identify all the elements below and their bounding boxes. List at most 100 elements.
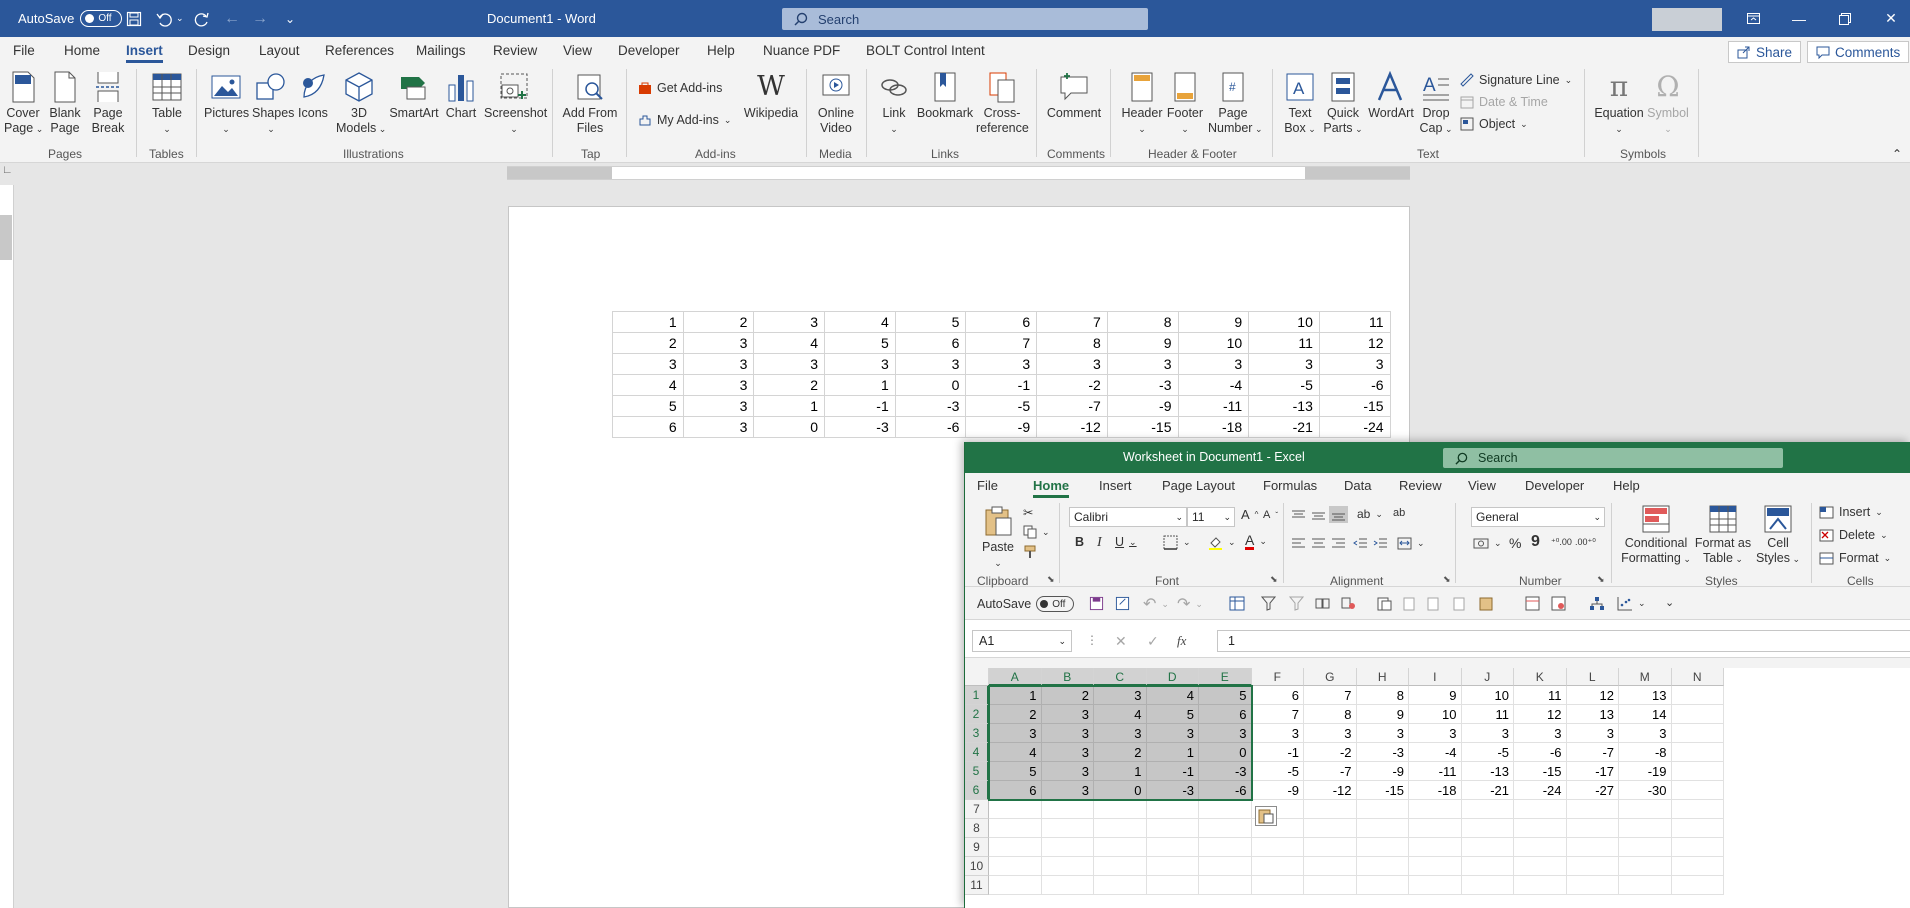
tab-insert[interactable]: Insert [126,43,163,63]
worksheet-cell[interactable] [1041,819,1094,838]
worksheet-cell[interactable]: 12 [1566,686,1619,705]
worksheet-cell[interactable]: -15 [1356,781,1409,800]
tab-review[interactable]: Review [493,43,537,58]
worksheet-cell[interactable] [1619,800,1672,819]
insert-sheet-icon[interactable] [1525,596,1540,611]
tab-mailings[interactable]: Mailings [416,43,466,58]
cross-reference-button[interactable]: Cross- reference [976,71,1029,136]
worksheet-cell[interactable]: 1 [989,686,1042,705]
worksheet-cell[interactable]: 3 [989,724,1042,743]
table-cell[interactable]: 3 [1318,353,1391,375]
table-cell[interactable]: 4 [612,374,684,396]
worksheet-cell[interactable] [989,800,1042,819]
worksheet-cell[interactable]: 3 [1199,724,1252,743]
column-header[interactable]: A [989,668,1042,686]
worksheet-cell[interactable] [1094,838,1147,857]
delete-cells-button[interactable]: Delete ⌄ [1819,528,1888,542]
ribbon-display-icon[interactable] [1730,0,1776,37]
worksheet-cell[interactable] [1409,857,1462,876]
table-cell[interactable]: -1 [824,395,896,417]
worksheet-cell[interactable]: 5 [1146,705,1199,724]
worksheet-cell[interactable]: -6 [1514,743,1567,762]
dialog-launcher-icon[interactable]: ⬊ [1443,574,1451,585]
table-cell[interactable]: -6 [894,416,967,438]
excel-tab-file[interactable]: File [977,478,998,493]
worksheet-cell[interactable] [1199,838,1252,857]
font-size-combo[interactable]: 11 ⌄ [1187,507,1235,527]
worksheet-cell[interactable]: 0 [1094,781,1147,800]
worksheet-cell[interactable] [1356,857,1409,876]
my-addins-button[interactable]: My Add-ins ⌄ [638,113,731,127]
worksheet-cell[interactable] [1671,724,1724,743]
worksheet-cell[interactable]: -13 [1461,762,1514,781]
table-cell[interactable]: 3 [682,374,755,396]
worksheet-cell[interactable] [1461,857,1514,876]
worksheet-cell[interactable]: -17 [1566,762,1619,781]
column-header[interactable]: D [1146,668,1199,686]
excel-tab-formulas[interactable]: Formulas [1263,478,1317,493]
redo-icon[interactable] [194,0,210,37]
table-cell[interactable]: -5 [965,395,1038,417]
table-cell[interactable]: -4 [1177,374,1250,396]
worksheet-cell[interactable] [1199,876,1252,895]
row-header[interactable]: 2 [965,705,989,724]
worksheet-cell[interactable]: -6 [1199,781,1252,800]
worksheet-cell[interactable]: 9 [1356,705,1409,724]
table-cell[interactable]: 6 [965,311,1038,333]
table-cell[interactable]: 11 [1248,332,1320,354]
forward-arrow-icon[interactable]: → [252,0,268,37]
worksheet-cell[interactable]: 3 [1619,724,1672,743]
worksheet-cell[interactable]: 0 [1199,743,1252,762]
column-header[interactable]: H [1356,668,1409,686]
worksheet-cell[interactable]: 3 [1041,781,1094,800]
tab-home[interactable]: Home [64,43,100,58]
wikipedia-button[interactable]: W Wikipedia [742,71,800,121]
worksheet-cell[interactable]: -1 [1251,743,1304,762]
worksheet-cell[interactable] [1041,857,1094,876]
tab-layout[interactable]: Layout [259,43,300,58]
account-avatar[interactable] [1652,8,1722,31]
table-cell[interactable]: 7 [1036,311,1108,333]
worksheet-cell[interactable] [1514,857,1567,876]
chart-button[interactable]: Chart [444,71,478,121]
worksheet-cell[interactable]: -2 [1304,743,1357,762]
table-cell[interactable]: -3 [894,395,967,417]
excel-tab-data[interactable]: Data [1344,478,1371,493]
format-as-table-button[interactable]: Format as Table ⌄ [1693,505,1753,567]
worksheet-cell[interactable] [1251,838,1304,857]
document-table[interactable]: 1 2 3 4 5 6 7 8 9 10 11 2 3 4 5 6 7 8 9 10 11 12 3 3 3 3 3 3 3 3 3 3 3 4 3… [612,311,1391,438]
worksheet-cell[interactable]: -19 [1619,762,1672,781]
format-painter-icon[interactable] [1023,545,1037,559]
worksheet-cell[interactable]: -9 [1356,762,1409,781]
worksheet-cell[interactable] [1409,819,1462,838]
tab-selector-icon[interactable]: ∟ [0,164,14,184]
table-cell[interactable]: 6 [894,332,967,354]
align-middle-icon[interactable] [1311,509,1326,522]
worksheet-cell[interactable]: 3 [1094,724,1147,743]
decrease-font-icon[interactable]: Aˇ [1263,509,1278,521]
column-header[interactable]: K [1514,668,1567,686]
get-addins-button[interactable]: Get Add-ins [638,81,722,95]
column-header[interactable]: F [1251,668,1304,686]
worksheet-cell[interactable]: 5 [1199,686,1252,705]
hierarchy-icon[interactable] [1589,596,1605,611]
dialog-launcher-icon[interactable]: ⬊ [1047,574,1055,585]
worksheet-cell[interactable] [1566,800,1619,819]
align-center-icon[interactable] [1311,537,1326,550]
undo-dropdown-icon[interactable]: ⌄ [176,0,184,37]
screenshot-button[interactable]: Screenshot ⌄ [484,71,547,137]
bold-button[interactable]: B [1075,535,1084,549]
worksheet-cell[interactable] [1094,800,1147,819]
date-time-button[interactable]: Date & Time [1460,95,1548,109]
excel-search-box[interactable]: Search [1443,448,1783,468]
row-header[interactable]: 6 [965,781,989,800]
font-color-icon[interactable]: A ⌄ [1245,533,1267,550]
table-cell[interactable]: 9 [1177,311,1250,333]
worksheet-cell[interactable]: 3 [1041,724,1094,743]
worksheet-cell[interactable]: -3 [1199,762,1252,781]
row-header[interactable]: 8 [965,819,989,838]
header-button[interactable]: Header ⌄ [1120,71,1164,137]
conditional-formatting-button[interactable]: Conditional Formatting ⌄ [1619,505,1693,567]
worksheet-cell[interactable]: 2 [1041,686,1094,705]
worksheet-cell[interactable]: -11 [1409,762,1462,781]
